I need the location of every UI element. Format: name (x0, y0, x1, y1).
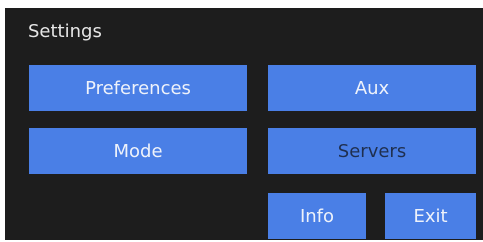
window-title: Settings (28, 21, 102, 42)
aux-button[interactable]: Aux (268, 65, 476, 111)
info-button[interactable]: Info (268, 193, 366, 239)
mode-button[interactable]: Mode (29, 128, 247, 174)
preferences-button[interactable]: Preferences (29, 65, 247, 111)
exit-button[interactable]: Exit (385, 193, 476, 239)
servers-button[interactable]: Servers (268, 128, 476, 174)
page-background: Settings Preferences Aux Mode Servers In… (0, 0, 483, 242)
settings-window: Settings Preferences Aux Mode Servers In… (5, 8, 483, 240)
